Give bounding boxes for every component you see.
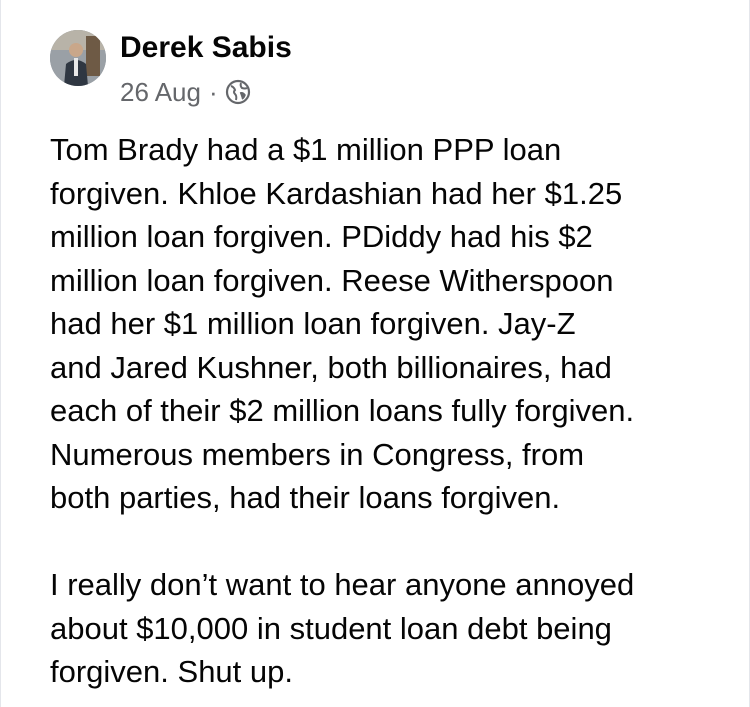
post-text-line: had her $1 million loan forgiven. Jay-Z bbox=[50, 306, 576, 341]
globe-icon[interactable] bbox=[225, 79, 251, 105]
post-meta: 26 Aug · bbox=[120, 75, 251, 109]
card-left-border bbox=[0, 0, 1, 707]
post-text-line: million loan forgiven. PDiddy had his $2 bbox=[50, 219, 593, 254]
post-text-line: Tom Brady had a $1 million PPP loan bbox=[50, 132, 562, 167]
post-text-line: each of their $2 million loans fully for… bbox=[50, 393, 635, 428]
post-header: Derek Sabis 26 Aug · bbox=[50, 30, 690, 110]
post-text-line: about $10,000 in student loan debt being bbox=[50, 610, 612, 646]
post-text-line: and Jared Kushner, both billionaires, ha… bbox=[50, 349, 612, 385]
post-text-line: I really don’t want to hear anyone annoy… bbox=[50, 567, 635, 602]
post-text-line: million loan forgiven. Reese Witherspoon bbox=[50, 262, 614, 298]
post-text-line: forgiven. Khloe Kardashian had her $1.25 bbox=[50, 175, 623, 211]
post-card: Derek Sabis 26 Aug · Tom Brady had a $1 … bbox=[0, 0, 750, 707]
author-name[interactable]: Derek Sabis bbox=[120, 30, 292, 66]
paragraph-break bbox=[50, 520, 730, 564]
meta-separator: · bbox=[208, 76, 218, 107]
post-text-line: both parties, had their loans forgiven. bbox=[50, 480, 561, 515]
author-avatar[interactable] bbox=[50, 30, 106, 86]
post-text-line: Numerous members in Congress, from bbox=[50, 436, 585, 472]
post-text-line: forgiven. Shut up. bbox=[50, 654, 293, 689]
post-body: Tom Brady had a $1 million PPP loan forg… bbox=[50, 128, 730, 694]
post-date[interactable]: 26 Aug bbox=[120, 77, 201, 108]
